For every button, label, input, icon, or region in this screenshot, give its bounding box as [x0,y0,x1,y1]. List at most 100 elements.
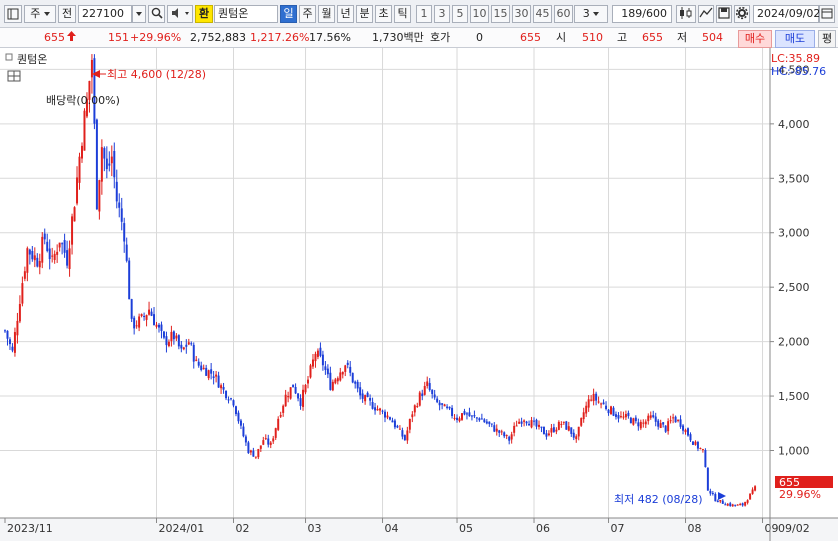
interval-button-2[interactable]: 5 [452,5,468,23]
period-button-0[interactable]: 일 [280,5,297,23]
candle-body [302,389,305,407]
lc-label: LC:35.89 [771,52,820,65]
candle-body [704,450,707,468]
candle-body [557,421,560,430]
interval-button-0[interactable]: 1 [416,5,432,23]
candle-body [624,414,627,418]
candle-body [475,417,478,419]
candle-body [130,299,133,319]
stock-name-value: 퀀텀온 [218,7,249,20]
x-tick-label: 09 [765,522,779,535]
candle-body [165,336,168,346]
candle-body [719,500,722,502]
candle-body [21,283,24,304]
interval-select[interactable]: 3 [574,5,608,23]
period-button-2[interactable]: 월 [318,5,335,23]
period-button-5[interactable]: 초 [375,5,392,23]
candle-body [125,244,128,261]
open-value: 510 [582,31,603,44]
candle-body [321,354,324,366]
candle-body [61,243,64,245]
interval-button-3[interactable]: 10 [470,5,489,23]
candle-body [103,148,106,159]
candle-body [113,150,116,178]
candle-body [162,331,165,338]
candle-body [110,156,113,164]
candle-body [210,369,213,374]
candle-body [456,417,459,421]
interval-button-1[interactable]: 3 [434,5,450,23]
candle-body [190,343,193,345]
count-field[interactable]: 189/600 [612,5,672,23]
interval-button-4[interactable]: 15 [491,5,510,23]
interval-button-7[interactable]: 60 [554,5,573,23]
candle-body [364,395,367,402]
candle-body [66,250,69,266]
candle-body [706,467,709,491]
candle-body [369,398,372,401]
draw-tool-button[interactable] [698,5,714,23]
candle-body [649,415,652,418]
settings-button[interactable] [734,5,750,23]
candle-body [664,425,667,432]
period-button-1[interactable]: 주 [299,5,316,23]
candle-body [262,440,265,445]
save-button[interactable] [716,5,732,23]
chevron-down-icon [136,12,142,16]
candle-body [408,419,411,430]
candle-body [379,408,382,411]
candle-body [115,181,118,202]
candle-body [341,371,344,375]
candle-body [287,396,290,398]
candle-body [41,236,44,263]
speaker-icon [172,8,189,18]
candle-body [220,385,223,389]
candle-body [234,406,237,415]
candle-body [43,233,46,240]
candle-body [222,386,225,390]
candle-body [185,344,188,347]
candle-body [421,393,424,397]
candle-body [153,314,156,326]
period-button-4[interactable]: 분 [356,5,373,23]
candle-body [458,418,461,422]
calendar-button[interactable] [819,5,835,23]
candle-body [754,486,757,491]
candle-body [602,402,605,405]
layout-icon[interactable] [4,5,22,23]
count-max: /600 [642,7,667,20]
stock-name-field[interactable]: 퀀텀온 [214,5,278,23]
period-button-3[interactable]: 년 [337,5,354,23]
interval-button-6[interactable]: 45 [533,5,552,23]
candle-body [307,379,309,384]
title-marker-icon [5,53,13,61]
code-dropdown-button[interactable] [132,5,146,23]
search-button[interactable] [148,5,165,23]
period-button-6[interactable]: 틱 [394,5,411,23]
price-chart[interactable]: 1,0001,5002,0002,5003,0003,5004,0004,500… [0,48,838,541]
candle-type-button[interactable] [676,5,696,23]
candle-body [644,421,647,425]
candle-body [510,434,513,440]
buy-button[interactable]: 매수 [738,30,772,48]
candle-body [438,402,441,406]
candle-body [356,381,359,389]
candle-body [95,119,98,210]
candle-body [672,417,675,419]
stock-code-input[interactable]: 227100 [78,5,132,23]
date-field[interactable]: 2024/09/02 [753,5,820,23]
candle-body [381,410,384,412]
exchange-badge[interactable]: 환 [195,5,213,23]
candle-body [105,158,108,170]
candle-body [334,379,337,384]
jeon-button[interactable]: 전 [58,5,76,23]
candle-body [550,428,553,433]
dividend-annotation: 배당락(0.00%) [46,94,120,107]
candle-body [669,420,672,422]
sell-button[interactable]: 매도 [775,30,815,48]
market-type-select[interactable]: 주 [24,5,56,23]
interval-button-5[interactable]: 30 [512,5,531,23]
sound-toggle[interactable] [167,5,193,23]
eval-button[interactable]: 평 [818,30,836,48]
candle-body [721,500,724,504]
